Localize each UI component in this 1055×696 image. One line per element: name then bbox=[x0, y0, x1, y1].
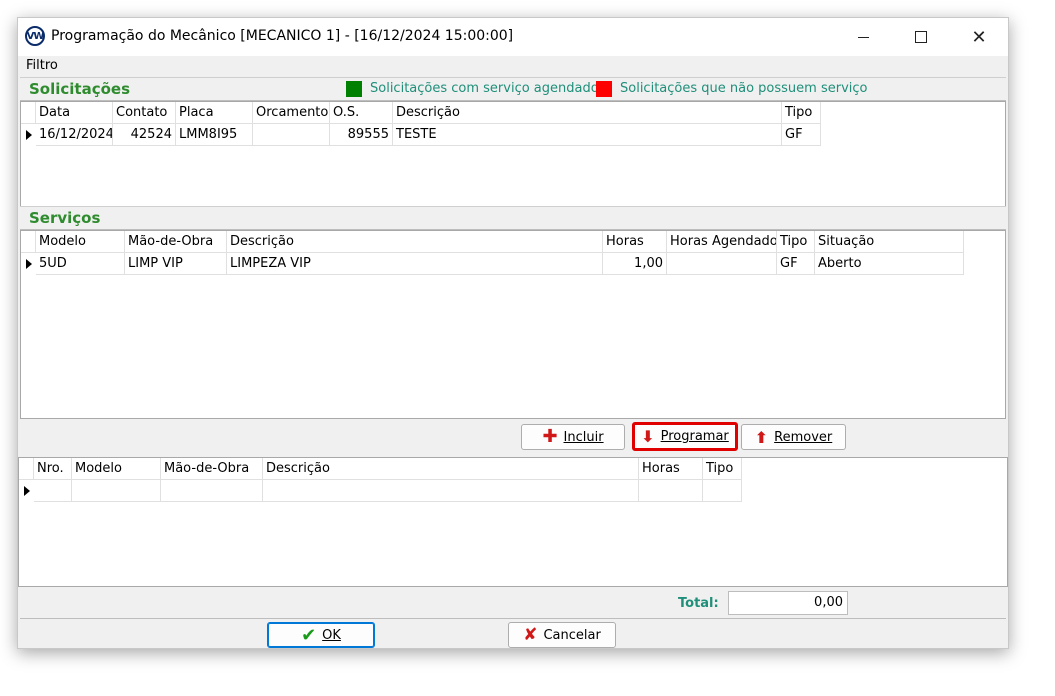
legend-scheduled-label: Solicitações com serviço agendado bbox=[370, 81, 599, 96]
maximize-button[interactable] bbox=[892, 18, 950, 56]
servicos-title: Serviços bbox=[29, 209, 101, 227]
table-row-cell[interactable] bbox=[72, 480, 161, 502]
col-header-tipo[interactable]: Tipo bbox=[782, 102, 821, 124]
col-header-descricao[interactable]: Descrição bbox=[263, 458, 639, 480]
close-icon: ✕ bbox=[971, 26, 987, 48]
solicitacoes-title: Solicitações bbox=[29, 80, 131, 98]
table-row-cell[interactable]: 1,00 bbox=[603, 253, 667, 275]
col-header-contato[interactable]: Contato bbox=[113, 102, 176, 124]
table-row-cell[interactable]: GF bbox=[782, 124, 821, 146]
remover-button[interactable]: ⬆ Remover bbox=[741, 424, 846, 450]
solicitacoes-header: Solicitações Solicitações com serviço ag… bbox=[20, 77, 1006, 101]
programar-button[interactable]: ⬇ Programar bbox=[632, 422, 738, 451]
table-row-cell[interactable] bbox=[667, 253, 777, 275]
col-header-situacao[interactable]: Situação bbox=[815, 231, 964, 253]
legend-scheduled-swatch bbox=[346, 81, 362, 97]
window-title: Programação do Mecânico [MECANICO 1] - [… bbox=[51, 28, 514, 44]
dialog-window: VW Programação do Mecânico [MECANICO 1] … bbox=[17, 17, 1009, 649]
vw-logo-icon: VW bbox=[25, 26, 45, 46]
col-header-os[interactable]: O.S. bbox=[330, 102, 393, 124]
checkmark-icon: ✔ bbox=[301, 624, 317, 646]
table-row-cell[interactable]: LIMP VIP bbox=[125, 253, 227, 275]
plus-icon: ✚ bbox=[542, 426, 558, 447]
grid-corner bbox=[19, 458, 34, 480]
maximize-icon bbox=[915, 31, 927, 43]
grid-corner bbox=[21, 231, 36, 253]
table-row-cell[interactable] bbox=[34, 480, 72, 502]
programacao-grid[interactable]: Nro. Modelo Mão-de-Obra Descrição Horas … bbox=[18, 457, 1008, 587]
incluir-button[interactable]: ✚ Incluir bbox=[521, 424, 625, 450]
table-row-cell[interactable]: 42524 bbox=[113, 124, 176, 146]
ok-button[interactable]: ✔ OK bbox=[267, 622, 375, 648]
solicitacoes-grid[interactable]: Data Contato Placa Orcamento O.S. Descri… bbox=[20, 101, 1006, 207]
arrow-down-icon: ⬇ bbox=[641, 427, 655, 446]
grid-corner bbox=[21, 102, 36, 124]
footer-divider bbox=[20, 618, 1006, 619]
col-header-orcamento[interactable]: Orcamento bbox=[253, 102, 330, 124]
menu-filtro[interactable]: Filtro bbox=[26, 58, 58, 73]
total-value: 0,00 bbox=[728, 591, 848, 615]
servicos-grid[interactable]: Modelo Mão-de-Obra Descrição Horas Horas… bbox=[20, 230, 1006, 419]
close-button[interactable]: ✕ bbox=[950, 18, 1008, 56]
table-row-cell[interactable]: LMM8I95 bbox=[176, 124, 253, 146]
table-row-cell[interactable] bbox=[263, 480, 639, 502]
table-row-cell[interactable]: TESTE bbox=[393, 124, 782, 146]
title-bar: VW Programação do Mecânico [MECANICO 1] … bbox=[18, 18, 1008, 56]
table-row-cell[interactable]: 5UD bbox=[36, 253, 125, 275]
table-row-cell[interactable]: 89555 bbox=[330, 124, 393, 146]
col-header-nro[interactable]: Nro. bbox=[34, 458, 72, 480]
col-header-data[interactable]: Data bbox=[36, 102, 113, 124]
arrow-up-icon: ⬆ bbox=[754, 427, 769, 447]
col-header-horas[interactable]: Horas bbox=[639, 458, 703, 480]
menu-bar: Filtro bbox=[18, 56, 1008, 74]
col-header-horas-agendado[interactable]: Horas Agendado bbox=[667, 231, 777, 253]
col-header-mao-de-obra[interactable]: Mão-de-Obra bbox=[161, 458, 263, 480]
table-row-cell[interactable] bbox=[253, 124, 330, 146]
col-header-mao-de-obra[interactable]: Mão-de-Obra bbox=[125, 231, 227, 253]
servicos-header: Serviços bbox=[20, 206, 1006, 230]
col-header-descricao[interactable]: Descrição bbox=[393, 102, 782, 124]
col-header-tipo[interactable]: Tipo bbox=[703, 458, 742, 480]
col-header-descricao[interactable]: Descrição bbox=[227, 231, 603, 253]
current-row-indicator-icon bbox=[26, 259, 32, 269]
table-row-cell[interactable]: GF bbox=[777, 253, 815, 275]
col-header-modelo[interactable]: Modelo bbox=[72, 458, 161, 480]
legend-no-service-label: Solicitações que não possuem serviço bbox=[620, 81, 868, 96]
table-row-cell[interactable]: LIMPEZA VIP bbox=[227, 253, 603, 275]
col-header-tipo[interactable]: Tipo bbox=[777, 231, 815, 253]
col-header-modelo[interactable]: Modelo bbox=[36, 231, 125, 253]
table-row-cell[interactable]: Aberto bbox=[815, 253, 964, 275]
legend-no-service-swatch bbox=[596, 81, 612, 97]
col-header-horas[interactable]: Horas bbox=[603, 231, 667, 253]
col-header-placa[interactable]: Placa bbox=[176, 102, 253, 124]
x-icon: ✘ bbox=[523, 625, 538, 645]
table-row-cell[interactable]: 16/12/2024 bbox=[36, 124, 113, 146]
table-row-cell[interactable] bbox=[161, 480, 263, 502]
cancelar-button[interactable]: ✘ Cancelar bbox=[508, 622, 616, 648]
table-row-cell[interactable] bbox=[703, 480, 742, 502]
total-label: Total: bbox=[678, 596, 719, 611]
current-row-indicator-icon bbox=[24, 486, 30, 496]
minimize-icon bbox=[857, 36, 869, 38]
minimize-button[interactable] bbox=[834, 18, 892, 56]
table-row-cell[interactable] bbox=[639, 480, 703, 502]
current-row-indicator-icon bbox=[26, 130, 32, 140]
